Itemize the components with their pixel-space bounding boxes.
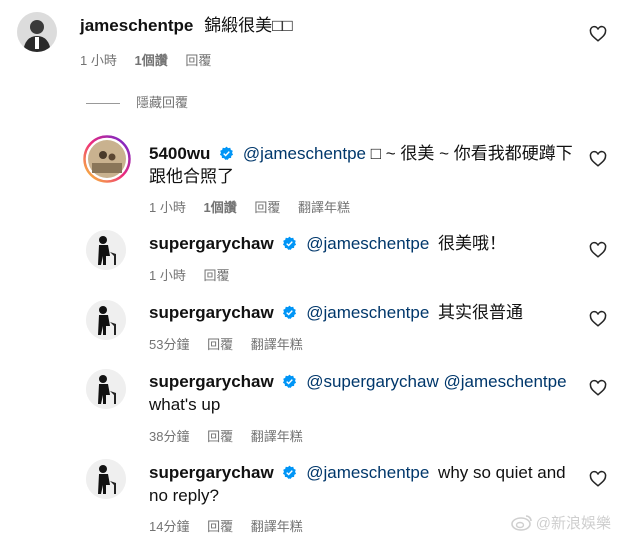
verified-badge-icon: [283, 374, 297, 388]
verified-badge-icon: [283, 305, 297, 319]
heart-icon[interactable]: [589, 379, 607, 397]
translate-button[interactable]: 翻譯年糕: [251, 519, 303, 534]
username[interactable]: supergarychaw: [149, 303, 274, 322]
timestamp: 1 小時: [149, 268, 186, 283]
comment-text: 錦緞很美□□: [204, 16, 293, 35]
mention-link[interactable]: @supergarychaw @jameschentpe: [306, 372, 566, 391]
hide-replies-label: 隱藏回覆: [136, 95, 189, 110]
verified-badge-icon: [283, 236, 297, 250]
avatar[interactable]: [86, 459, 126, 499]
divider: [86, 103, 120, 105]
verified-badge-icon: [220, 146, 234, 160]
heart-icon[interactable]: [589, 25, 607, 43]
avatar[interactable]: [86, 300, 126, 340]
comment-text: □ ~ 很美 ~ 你看我都硬蹲下: [370, 144, 573, 163]
reply-button[interactable]: 回覆: [207, 519, 233, 534]
avatar[interactable]: [17, 12, 57, 52]
comment-text: 其实很普通: [438, 303, 524, 322]
mention-link[interactable]: @jameschentpe: [306, 463, 429, 482]
comment-text: why so quiet and: [438, 463, 566, 482]
timestamp: 14分鐘: [149, 519, 190, 534]
heart-icon[interactable]: [589, 470, 607, 488]
mention-link[interactable]: @jameschentpe: [306, 234, 429, 253]
comment-text-cont: 跟他合照了: [149, 167, 234, 186]
comment-text-cont: no reply?: [149, 486, 219, 505]
timestamp: 1 小時: [80, 53, 117, 68]
comment-text: what's up: [149, 395, 221, 414]
timestamp: 38分鐘: [149, 429, 190, 444]
reply-button[interactable]: 回覆: [203, 268, 229, 283]
likes-count[interactable]: 1個讚: [203, 200, 236, 215]
reply-button[interactable]: 回覆: [254, 200, 280, 215]
avatar[interactable]: [86, 369, 126, 409]
translate-button[interactable]: 翻譯年糕: [298, 200, 350, 215]
hide-replies-button[interactable]: 隱藏回覆: [86, 92, 188, 111]
comment-text: 很美哦！: [438, 234, 507, 253]
likes-count[interactable]: 1個讚: [134, 53, 167, 68]
timestamp: 53分鐘: [149, 337, 190, 352]
timestamp: 1 小時: [149, 200, 186, 215]
heart-icon[interactable]: [589, 310, 607, 328]
verified-badge-icon: [283, 465, 297, 479]
translate-button[interactable]: 翻譯年糕: [251, 337, 303, 352]
watermark: @新浪娛樂: [510, 512, 611, 533]
translate-button[interactable]: 翻譯年糕: [251, 429, 303, 444]
avatar[interactable]: [83, 135, 131, 183]
username[interactable]: supergarychaw: [149, 234, 274, 253]
username[interactable]: 5400wu: [149, 144, 210, 163]
mention-link[interactable]: @jameschentpe: [243, 144, 366, 163]
mention-link[interactable]: @jameschentpe: [306, 303, 429, 322]
reply-button[interactable]: 回覆: [207, 429, 233, 444]
username[interactable]: supergarychaw: [149, 372, 274, 391]
watermark-text: @新浪娛樂: [535, 515, 611, 532]
username[interactable]: supergarychaw: [149, 463, 274, 482]
heart-icon[interactable]: [589, 150, 607, 168]
reply-button[interactable]: 回覆: [185, 53, 211, 68]
weibo-logo-icon: [510, 515, 532, 531]
heart-icon[interactable]: [589, 241, 607, 259]
username[interactable]: jameschentpe: [80, 16, 193, 35]
reply-button[interactable]: 回覆: [207, 337, 233, 352]
avatar[interactable]: [86, 230, 126, 270]
